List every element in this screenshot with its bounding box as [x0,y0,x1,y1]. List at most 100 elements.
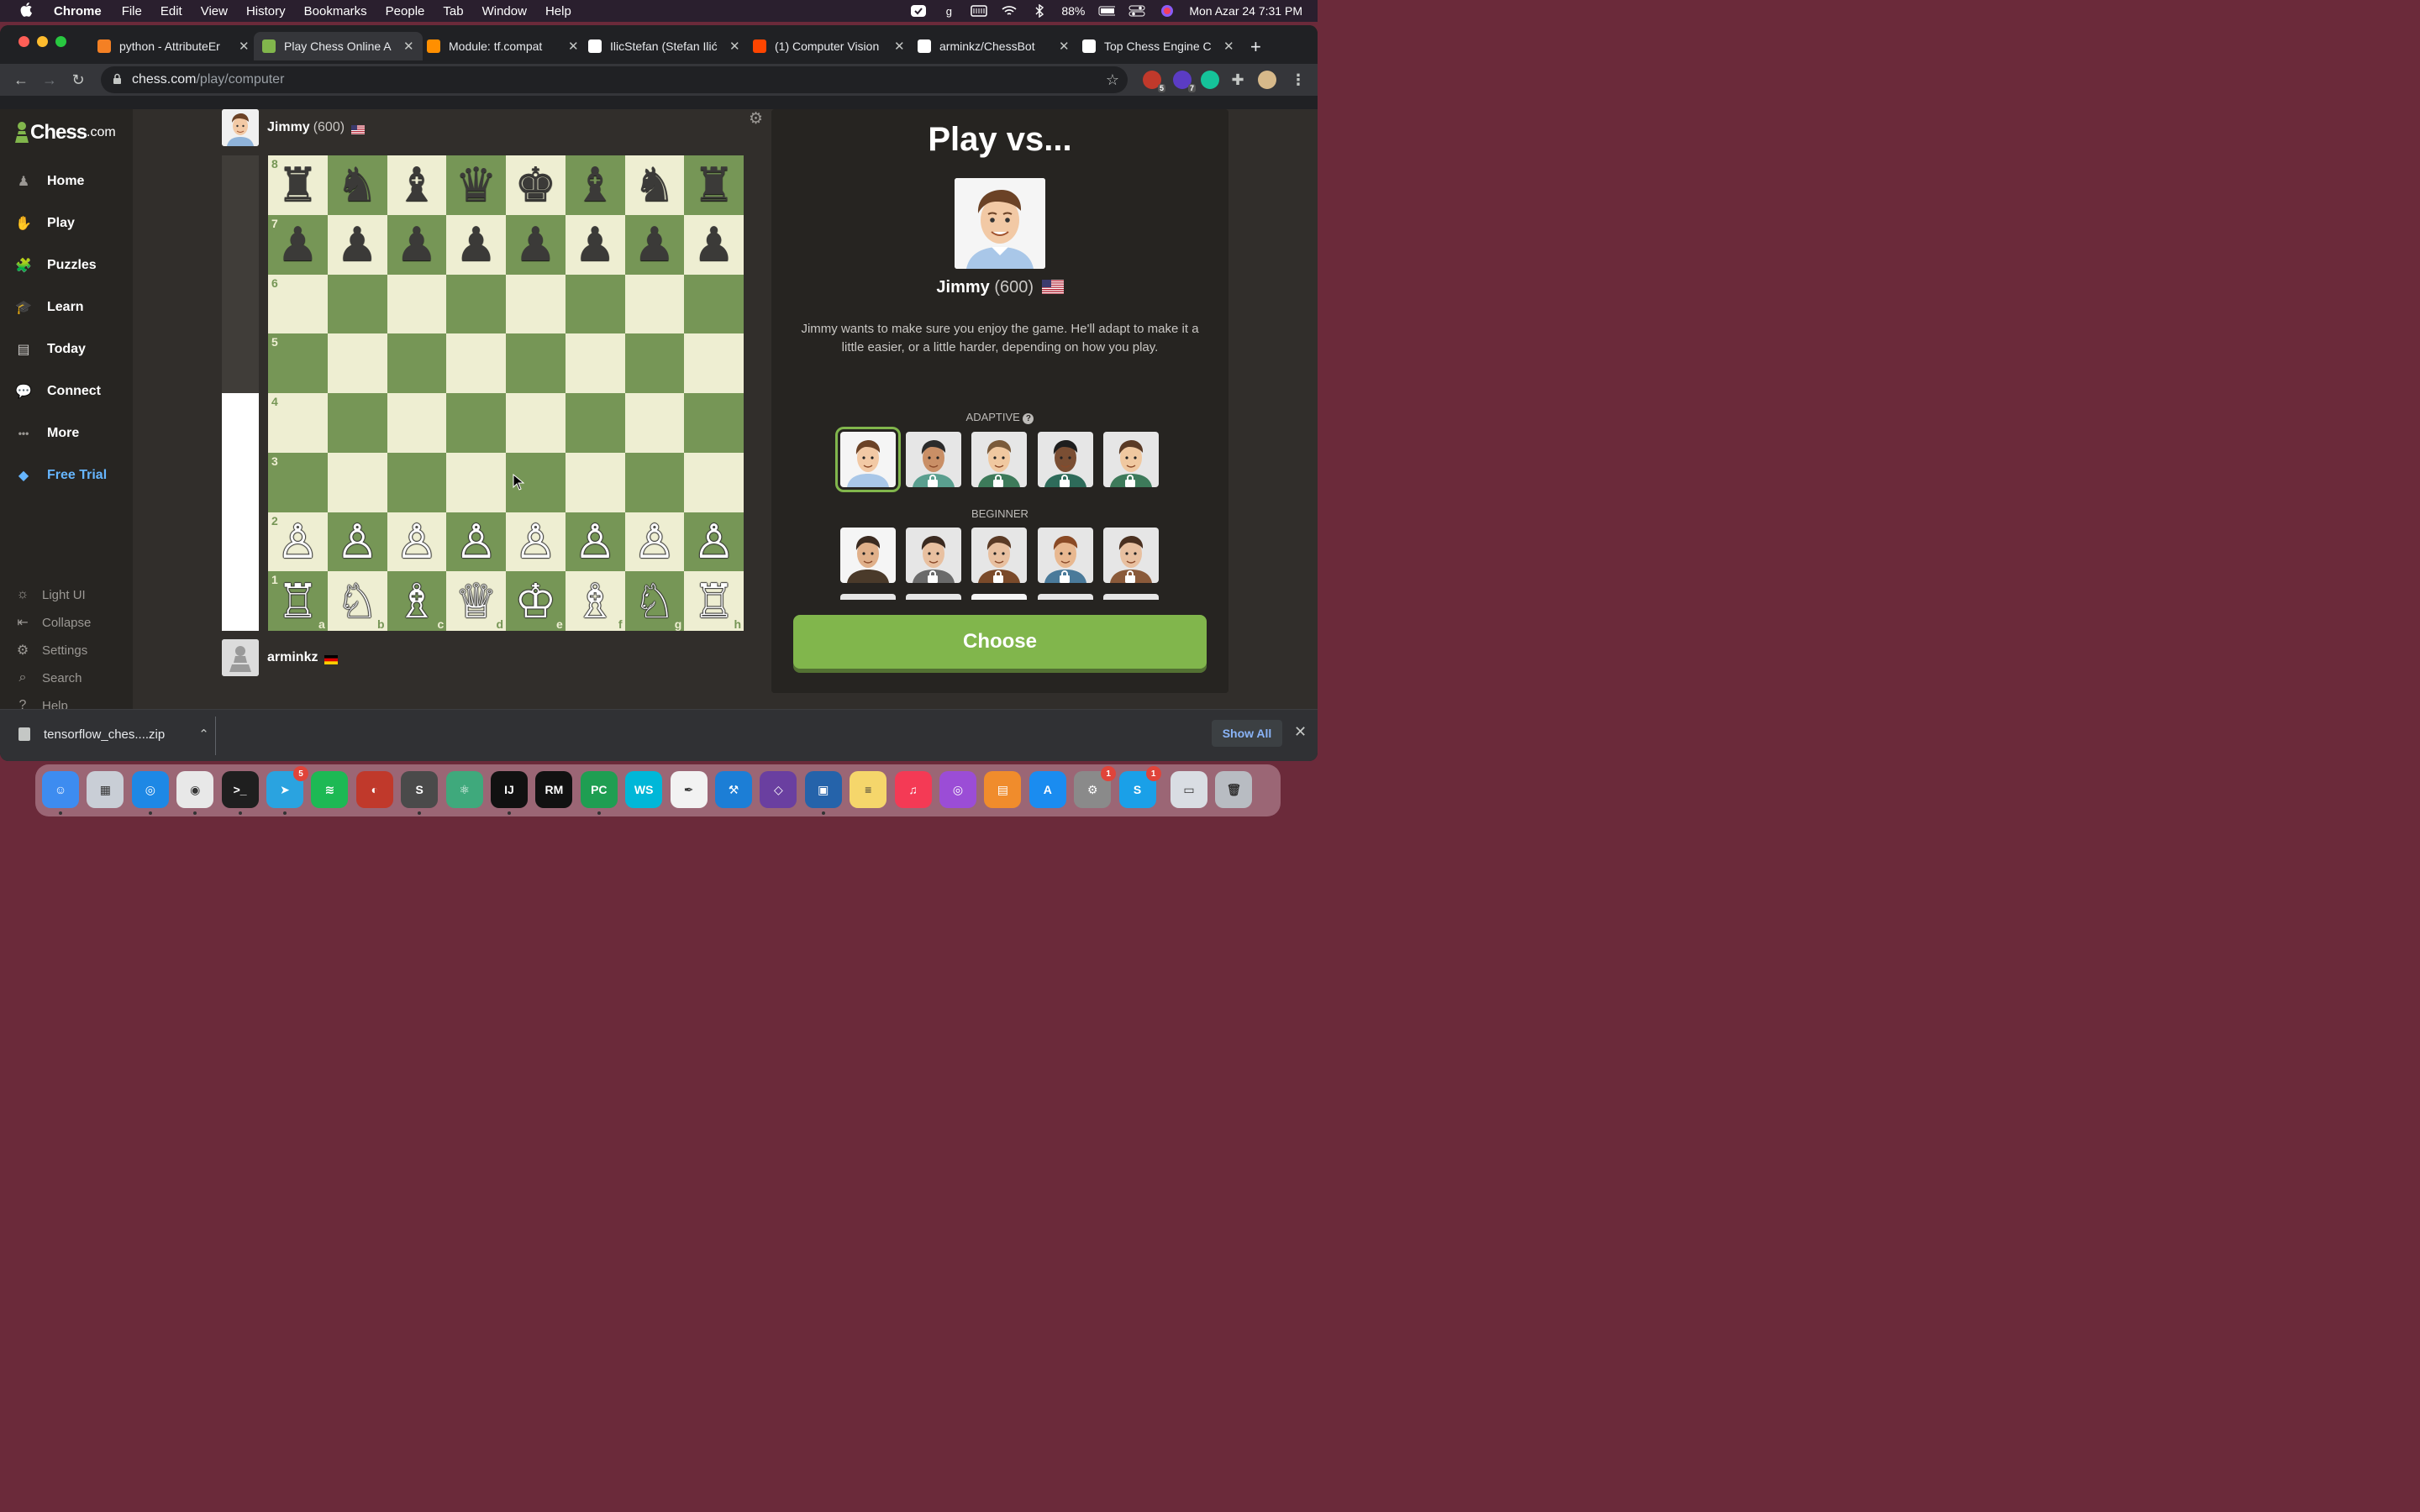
zoom-window-button[interactable] [55,36,66,47]
browser-tab[interactable]: Top Chess Engine C ✕ [1074,32,1243,60]
adaptive-bot-card[interactable] [835,427,901,492]
board-square[interactable] [506,393,566,453]
board-square[interactable]: ♙ [565,512,625,572]
browser-tab[interactable]: Module: tf.compat ✕ [418,32,587,60]
menu-people[interactable]: People [386,4,425,18]
pycharm-icon[interactable]: PC [580,771,618,815]
white-chess-piece-icon[interactable]: ♘ [634,577,676,625]
board-square[interactable]: ♞ [327,155,387,215]
board-square[interactable]: ♝ [565,155,625,215]
board-square[interactable]: ♙ [684,512,744,572]
screen-recorder-icon[interactable]: ◐ [355,771,393,808]
board-square[interactable] [446,452,506,512]
board-square[interactable] [446,333,506,393]
sidebar-item-free-trial[interactable]: ◆ Free Trial [0,457,133,494]
black-chess-piece-icon[interactable]: ♟ [336,221,378,268]
white-chess-piece-icon[interactable]: ♗ [574,577,616,625]
close-window-button[interactable] [18,36,29,47]
black-chess-piece-icon[interactable]: ♟ [455,221,497,268]
board-square[interactable]: c ♗ [387,571,447,631]
browser-tab[interactable]: IlicStefan (Stefan Ilić ✕ [580,32,749,60]
white-chess-piece-icon[interactable]: ♔ [514,577,556,625]
board-square[interactable] [387,333,447,393]
board-square[interactable] [624,452,685,512]
address-bar[interactable]: chess.com/play/computer ☆ [101,66,1128,93]
show-all-button[interactable]: Show All [1212,720,1282,747]
board-square[interactable] [327,452,387,512]
black-chess-piece-icon[interactable]: ♚ [514,161,556,208]
control-center-icon[interactable] [1128,4,1145,18]
virtual-machine-icon[interactable]: ▣ [804,771,842,815]
reload-icon[interactable]: ↻ [64,71,92,89]
white-chess-piece-icon[interactable]: ♖ [693,577,735,625]
sidebar-item-more[interactable]: ••• More [0,415,133,452]
beginner-bot-card[interactable] [971,528,1027,583]
board-square[interactable]: ♟ [387,214,447,275]
launchpad-icon[interactable]: ▦ [87,771,124,808]
rubymine-icon[interactable]: RM [535,771,573,808]
board-square[interactable]: 6 [268,274,328,334]
trash-icon[interactable]: 🗑 [1215,771,1253,808]
inkscape-icon[interactable]: ✒ [670,771,708,808]
chrome-menu-icon[interactable]: ⋮ [1289,71,1307,89]
podcasts-icon[interactable]: ◎ [939,771,976,808]
keyboard-icon[interactable] [971,4,988,18]
board-square[interactable]: 5 [268,333,328,393]
player-name[interactable]: arminkz [267,650,318,665]
bluetooth-icon[interactable] [1031,4,1048,18]
board-square[interactable] [446,393,506,453]
board-square[interactable]: ♛ [446,155,506,215]
black-chess-piece-icon[interactable]: ♟ [693,221,735,268]
sidebar-item-puzzles[interactable]: 🧩 Puzzles [0,247,133,284]
close-tab-icon[interactable]: ✕ [403,39,414,54]
browser-tab[interactable]: arminkz/ChessBot ✕ [909,32,1078,60]
board-square[interactable] [565,452,625,512]
chevron-up-icon[interactable]: ⌃ [198,727,209,742]
black-chess-piece-icon[interactable]: ♞ [336,161,378,208]
sidebar-item-light-ui[interactable]: ☼ Light UI [0,582,133,607]
checkmark-app-icon[interactable] [910,4,927,18]
board-square[interactable]: ♙ [506,512,566,572]
board-square[interactable] [446,274,506,334]
sidebar-item-play[interactable]: ✋ Play [0,205,133,242]
white-chess-piece-icon[interactable]: ♙ [634,517,676,565]
close-tab-icon[interactable]: ✕ [894,39,905,54]
board-square[interactable] [327,274,387,334]
board-square[interactable]: 3 [268,452,328,512]
siri-icon[interactable] [1159,4,1176,18]
sidebar-item-search[interactable]: ⌕ Search [0,665,133,690]
xcode-icon[interactable]: ⚒ [715,771,752,808]
documents-folder-icon[interactable]: ▭ [1171,771,1207,808]
browser-tab[interactable]: (1) Computer Vision ✕ [744,32,913,60]
board-square[interactable] [387,452,447,512]
board-square[interactable] [327,393,387,453]
board-square[interactable] [684,333,744,393]
black-chess-piece-icon[interactable]: ♟ [634,221,676,268]
white-chess-piece-icon[interactable]: ♖ [276,577,318,625]
board-square[interactable] [684,274,744,334]
white-chess-piece-icon[interactable]: ♘ [336,577,378,625]
atom-icon[interactable]: ⚛ [445,771,483,808]
board-square[interactable]: ♜ [684,155,744,215]
browser-tab[interactable]: python - AttributeEr ✕ [89,32,258,60]
skype-icon[interactable]: S1 [1118,766,1161,808]
close-tab-icon[interactable]: ✕ [729,39,740,54]
black-chess-piece-icon[interactable]: ♟ [574,221,616,268]
menu-history[interactable]: History [246,4,286,18]
sidebar-item-learn[interactable]: 🎓 Learn [0,289,133,326]
menu-bookmarks[interactable]: Bookmarks [304,4,367,18]
black-chess-piece-icon[interactable]: ♜ [276,161,318,208]
menu-tab[interactable]: Tab [443,4,463,18]
visual-studio-icon[interactable]: ◇ [760,771,797,808]
terminal-icon[interactable]: >_ [221,771,259,815]
sidebar-item-connect[interactable]: 💬 Connect [0,373,133,410]
extensions-puzzle-icon[interactable]: ✚ [1228,71,1247,89]
back-arrow-icon[interactable]: ← [7,71,35,89]
board-square[interactable]: 7 ♟ [268,214,328,275]
black-chess-piece-icon[interactable]: ♜ [693,161,735,208]
grammarly-status-icon[interactable]: ɡ [940,4,957,18]
adaptive-bot-card[interactable] [1103,432,1159,487]
download-item[interactable]: tensorflow_ches....zip ⌃ [18,727,209,742]
white-chess-piece-icon[interactable]: ♕ [455,577,497,625]
menu-help[interactable]: Help [545,4,571,18]
